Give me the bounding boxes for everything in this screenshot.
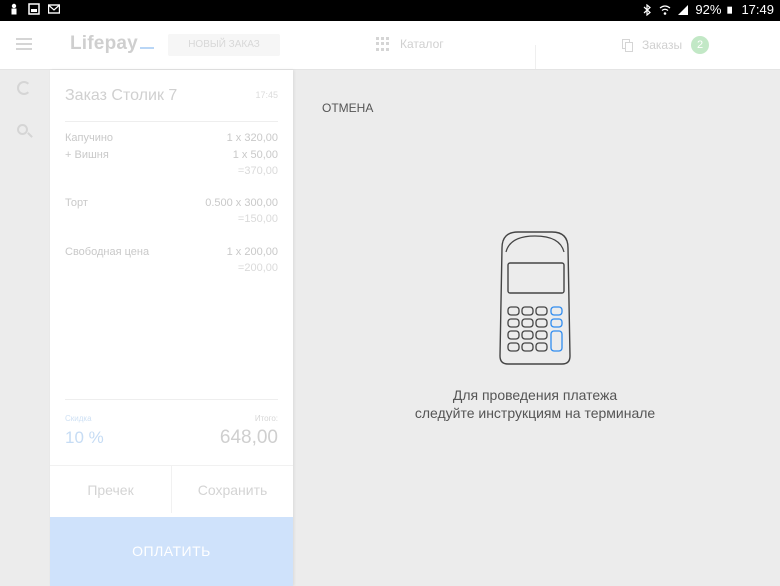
precheck-button[interactable]: Пречек — [50, 465, 171, 513]
order-item-sum: =200,00 — [237, 262, 278, 274]
tab-catalog-label: Каталог — [400, 37, 444, 51]
menu-icon[interactable] — [16, 38, 32, 50]
status-bar: 92% 17:49 — [0, 0, 780, 21]
tab-orders-label: Заказы — [642, 38, 683, 52]
payment-terminal-icon — [499, 231, 571, 365]
tab-orders[interactable]: Заказы 2 — [622, 36, 710, 54]
logo-underline — [139, 47, 154, 49]
order-item[interactable]: + Вишня 1 x 50,00 =370,00 — [65, 149, 278, 183]
order-item-name: Свободная цена — [65, 246, 150, 258]
left-rail — [0, 70, 50, 586]
discount-label: Скидка — [65, 414, 92, 423]
wifi-icon — [660, 4, 671, 15]
discount-value[interactable]: 10 % — [65, 428, 104, 448]
order-panel: Заказ Столик 7 17:45 Капучино 1 x 320,00… — [50, 70, 293, 586]
search-icon[interactable] — [17, 124, 28, 135]
order-item-sum: =150,00 — [237, 213, 278, 225]
battery-icon — [727, 6, 733, 14]
app-logo: Lifepay — [70, 33, 154, 55]
order-item-qty: 1 x 200,00 — [226, 246, 278, 258]
payment-instructions-line2: следуйте инструкциям на терминале — [414, 405, 656, 421]
order-item-qty: 1 x 50,00 — [232, 149, 278, 161]
orders-count-badge: 2 — [691, 36, 710, 54]
battery-percent: 92% — [695, 2, 722, 17]
new-order-button[interactable]: НОВЫЙ ЗАКАЗ — [168, 34, 280, 56]
image-icon — [28, 3, 40, 15]
order-item[interactable]: Капучино 1 x 320,00 — [65, 132, 278, 148]
payment-instructions: Для проведения платежа следуйте инструкц… — [380, 386, 690, 422]
signal-icon — [678, 4, 689, 15]
order-item-name: + Вишня — [65, 149, 109, 161]
bluetooth-icon — [644, 3, 652, 16]
tab-catalog[interactable]: Каталог — [376, 37, 444, 51]
cancel-button[interactable]: ОТМЕНА — [322, 101, 373, 115]
totals-divider — [65, 399, 278, 400]
order-item[interactable]: Свободная цена 1 x 200,00 =200,00 — [65, 246, 278, 280]
app-screen: 92% 17:49 Lifepay НОВЫЙ ЗАКАЗ Каталог За… — [0, 0, 780, 586]
payment-instructions-line1: Для проведения платежа — [452, 387, 618, 403]
save-button[interactable]: Сохранить — [171, 465, 293, 513]
refresh-icon[interactable] — [17, 81, 31, 95]
total-value: 648,00 — [219, 427, 278, 448]
copy-icon — [622, 38, 633, 52]
total-label: Итого: — [254, 414, 278, 423]
order-item-qty: 0.500 x 300,00 — [205, 197, 278, 209]
person-icon — [11, 3, 17, 15]
order-time: 17:45 — [255, 90, 278, 100]
order-item[interactable]: Торт 0.500 x 300,00 =150,00 — [65, 197, 278, 231]
order-title: Заказ Столик 7 — [65, 87, 178, 104]
logo-text: Lifepay — [70, 33, 138, 54]
order-item-sum: =370,00 — [237, 165, 278, 177]
clock: 17:49 — [741, 2, 774, 17]
app-bar: Lifepay НОВЫЙ ЗАКАЗ Каталог Заказы 2 — [0, 21, 780, 70]
mail-icon — [48, 4, 60, 14]
grid-icon — [376, 37, 390, 51]
order-item-name: Торт — [65, 197, 88, 209]
order-divider — [65, 121, 278, 122]
tab-divider — [535, 45, 536, 69]
pay-button[interactable]: ОПЛАТИТЬ — [50, 517, 293, 586]
status-bar-system: 92% 17:49 — [641, 2, 774, 17]
order-item-name: Капучино — [65, 132, 114, 144]
status-bar-notifications — [8, 3, 60, 15]
order-item-qty: 1 x 320,00 — [226, 132, 278, 144]
